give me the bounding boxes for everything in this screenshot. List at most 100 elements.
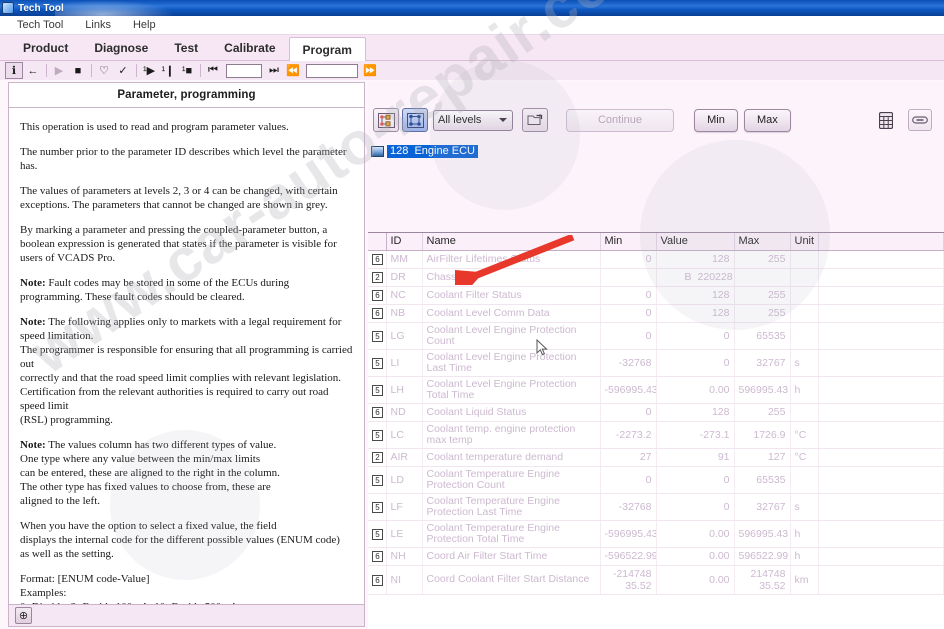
cell-value[interactable]: B 220228 bbox=[656, 268, 735, 287]
table-row[interactable]: 6 NH Coord Air Filter Start Time -596522.99… bbox=[368, 547, 944, 566]
cell-value[interactable]: 0 bbox=[656, 322, 735, 350]
table-row[interactable]: 5 LD Coolant Temperature Engine Protection… bbox=[368, 466, 944, 494]
column-header-level[interactable] bbox=[368, 233, 387, 251]
column-header-max[interactable]: Max bbox=[734, 233, 791, 251]
tab-product[interactable]: Product bbox=[10, 36, 81, 60]
step-play-icon[interactable]: ¹▶ bbox=[140, 62, 158, 79]
calculator-icon[interactable] bbox=[874, 109, 898, 131]
cell-max: 596522.99 bbox=[734, 547, 791, 566]
expand-icon[interactable]: ⊕ bbox=[15, 607, 32, 624]
min-button[interactable]: Min bbox=[694, 108, 738, 132]
table-row[interactable]: 6 ND Coolant Liquid Status 0 128 255 bbox=[368, 403, 944, 422]
back-arrow-icon[interactable]: ← bbox=[24, 62, 42, 79]
play-icon[interactable]: ▶ bbox=[50, 62, 68, 79]
column-header-value[interactable]: Value bbox=[656, 233, 735, 251]
check-icon[interactable]: ✓ bbox=[114, 62, 132, 79]
cell-value[interactable]: 0.00 bbox=[656, 565, 735, 595]
cell-filler bbox=[818, 250, 944, 269]
cell-value[interactable]: 128 bbox=[656, 286, 735, 305]
table-row[interactable]: 2 DR Chassis ID B 220228 bbox=[368, 268, 944, 287]
cell-min: -596995.43 bbox=[600, 520, 657, 548]
cell-value[interactable]: 0 bbox=[656, 349, 735, 377]
main-tabbar: Product Diagnose Test Calibrate Program bbox=[0, 35, 944, 61]
parameter-table-container[interactable]: ID Name Min Value Max Unit 6 MM AirFilter … bbox=[368, 232, 944, 629]
fast-forward-icon[interactable]: ⏩ bbox=[361, 62, 379, 79]
info-icon[interactable]: ℹ bbox=[5, 62, 23, 79]
doc-format-lines: Format: [ENUM code-Value] Examples: 0=Di… bbox=[20, 572, 353, 604]
table-row[interactable]: 5 LE Coolant Temperature Engine Protection… bbox=[368, 520, 944, 548]
cell-unit bbox=[790, 286, 819, 305]
level-badge: 2 bbox=[372, 272, 383, 283]
column-header-name[interactable]: Name bbox=[422, 233, 601, 251]
tab-calibrate[interactable]: Calibrate bbox=[211, 36, 288, 60]
cell-value[interactable]: 91 bbox=[656, 448, 735, 467]
rewind-icon[interactable]: ⏪ bbox=[284, 62, 302, 79]
cell-name: Coolant Filter Status bbox=[422, 286, 601, 305]
step-stop-icon[interactable]: ¹■ bbox=[178, 62, 196, 79]
parameter-table: ID Name Min Value Max Unit 6 MM AirFilter … bbox=[368, 233, 944, 595]
menu-item-tech-tool[interactable]: Tech Tool bbox=[14, 18, 66, 32]
open-folder-icon[interactable] bbox=[522, 108, 548, 132]
parameter-locked-icon[interactable] bbox=[373, 108, 399, 132]
table-row[interactable]: 5 LC Coolant temp. engine protection max t… bbox=[368, 421, 944, 449]
column-header-min[interactable]: Min bbox=[600, 233, 657, 251]
tree-node-engine-ecu[interactable]: 128 Engine ECU bbox=[371, 144, 478, 158]
cell-min: 0 bbox=[600, 466, 657, 494]
cell-value[interactable]: 0 bbox=[656, 466, 735, 494]
cell-name: Coolant Level Comm Data bbox=[422, 304, 601, 323]
parameter-network-icon[interactable] bbox=[402, 108, 428, 132]
cell-id: LH bbox=[386, 376, 423, 404]
first-record-icon[interactable]: ⏮ bbox=[204, 62, 222, 79]
app-icon bbox=[2, 2, 14, 14]
locked-nodes-glyph bbox=[377, 112, 395, 128]
cell-unit: s bbox=[790, 493, 819, 521]
table-row[interactable]: 6 MM AirFilter Lifetimes Status 0 128 255 bbox=[368, 250, 944, 269]
menu-item-links[interactable]: Links bbox=[82, 18, 114, 32]
record-range-input[interactable] bbox=[306, 63, 358, 78]
step-pause-icon[interactable]: ¹❙ bbox=[159, 62, 177, 79]
cell-value[interactable]: 128 bbox=[656, 403, 735, 422]
table-row[interactable]: 5 LF Coolant Temperature Engine Protection… bbox=[368, 493, 944, 521]
column-header-filler[interactable] bbox=[818, 233, 944, 251]
cell-unit: h bbox=[790, 520, 819, 548]
cell-filler bbox=[818, 493, 944, 521]
tab-diagnose[interactable]: Diagnose bbox=[81, 36, 161, 60]
max-button[interactable]: Max bbox=[744, 108, 791, 132]
table-row[interactable]: 6 NC Coolant Filter Status 0 128 255 bbox=[368, 286, 944, 305]
tab-program[interactable]: Program bbox=[288, 37, 366, 61]
level-filter-select[interactable]: All levels bbox=[433, 109, 513, 131]
table-row[interactable]: 2 AIR Coolant temperature demand 27 91 127 °C bbox=[368, 448, 944, 467]
note-2-line-4: (RSL) programming. bbox=[20, 414, 113, 426]
column-header-unit[interactable]: Unit bbox=[790, 233, 819, 251]
table-row[interactable]: 5 LI Coolant Level Engine Protection Last … bbox=[368, 349, 944, 377]
record-number-input[interactable] bbox=[226, 63, 262, 78]
cell-value[interactable]: 128 bbox=[656, 304, 735, 323]
continue-button[interactable]: Continue bbox=[566, 108, 674, 132]
tab-test[interactable]: Test bbox=[161, 36, 211, 60]
cell-id: NH bbox=[386, 547, 423, 566]
balloon-icon[interactable]: ♡ bbox=[95, 62, 113, 79]
stop-icon[interactable]: ■ bbox=[69, 62, 87, 79]
cell-name: Coord Coolant Filter Start Distance bbox=[422, 565, 601, 595]
menu-item-help[interactable]: Help bbox=[130, 18, 159, 32]
cell-filler bbox=[818, 520, 944, 548]
cell-name: Coolant Liquid Status bbox=[422, 403, 601, 422]
titlebar-gloss bbox=[55, 0, 175, 16]
cell-value[interactable]: 0.00 bbox=[656, 547, 735, 566]
table-row[interactable]: 5 LG Coolant Level Engine Protection Count… bbox=[368, 322, 944, 350]
table-row[interactable]: 6 NI Coord Coolant Filter Start Distance -2… bbox=[368, 565, 944, 595]
column-header-id[interactable]: ID bbox=[386, 233, 423, 251]
next-record-icon[interactable]: ⏭ bbox=[265, 62, 283, 79]
cell-value[interactable]: 0.00 bbox=[656, 520, 735, 548]
cell-filler bbox=[818, 421, 944, 449]
table-row[interactable]: 6 NB Coolant Level Comm Data 0 128 255 bbox=[368, 304, 944, 323]
cell-value[interactable]: 0.00 bbox=[656, 376, 735, 404]
cell-max: 255 bbox=[734, 403, 791, 422]
help-document-panel: Parameter, programming This operation is… bbox=[8, 82, 365, 605]
table-row[interactable]: 5 LH Coolant Level Engine Protection Total… bbox=[368, 376, 944, 404]
link-icon[interactable] bbox=[908, 109, 932, 131]
cell-name: Chassis ID bbox=[422, 268, 601, 287]
cell-value[interactable]: -273.1 bbox=[656, 421, 735, 449]
cell-value[interactable]: 0 bbox=[656, 493, 735, 521]
cell-value[interactable]: 128 bbox=[656, 250, 735, 269]
